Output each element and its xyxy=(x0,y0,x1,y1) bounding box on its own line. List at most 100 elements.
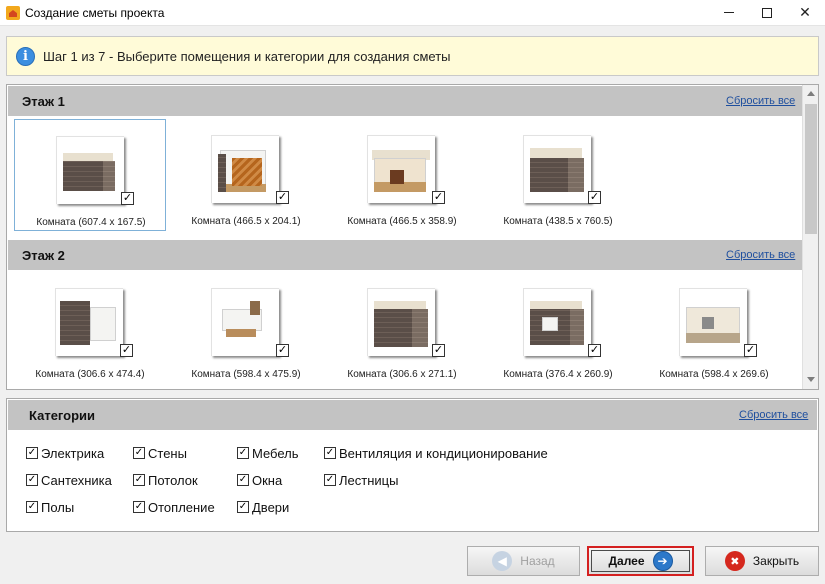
room-checkbox[interactable]: ✓ xyxy=(120,344,133,357)
room-checkbox[interactable]: ✓ xyxy=(588,191,601,204)
checkbox[interactable]: ✓ xyxy=(26,474,38,486)
category-stairs[interactable]: ✓ Лестницы xyxy=(324,472,398,488)
next-button[interactable]: Далее ➔ xyxy=(587,546,694,576)
floor-header-2: Этаж 2 Сбросить все xyxy=(8,240,802,270)
checkbox[interactable]: ✓ xyxy=(133,447,145,459)
room-caption: Комната (306.6 x 474.4) xyxy=(35,369,145,380)
room-caption: Комната (438.5 x 760.5) xyxy=(503,216,613,227)
room-tile[interactable]: ✓ Комната (466.5 x 204.1) xyxy=(170,119,322,231)
close-button[interactable]: ✖ Закрыть xyxy=(705,546,819,576)
room-checkbox[interactable]: ✓ xyxy=(276,191,289,204)
maximize-icon xyxy=(762,7,772,18)
close-window-button[interactable]: ✕ xyxy=(788,0,822,25)
room-tile[interactable]: ✓ Комната (598.4 x 475.9) xyxy=(170,272,322,384)
room-tile[interactable]: ✓ Комната (607.4 x 167.5) xyxy=(14,119,166,231)
floor-1-rooms: ✓ Комната (607.4 x 167.5) ✓ Комната (466… xyxy=(7,117,802,235)
checkbox[interactable]: ✓ xyxy=(237,474,249,486)
step-info-text: Шаг 1 из 7 - Выберите помещения и катего… xyxy=(43,49,451,64)
category-label: Двери xyxy=(252,499,290,515)
category-label: Стены xyxy=(148,445,187,461)
back-button[interactable]: ◀ Назад xyxy=(467,546,580,576)
room-caption: Комната (466.5 x 204.1) xyxy=(191,216,301,227)
checkbox[interactable]: ✓ xyxy=(237,447,249,459)
category-ventilation[interactable]: ✓ Вентиляция и кондиционирование xyxy=(324,445,548,461)
categories-header: Категории Сбросить все xyxy=(8,400,817,430)
room-thumbnail xyxy=(211,135,279,203)
scroll-down-icon[interactable] xyxy=(807,377,815,382)
next-button-focus-frame: Далее ➔ xyxy=(591,550,690,572)
category-label: Мебель xyxy=(252,445,299,461)
category-label: Лестницы xyxy=(339,472,399,488)
room-caption: Комната (598.4 x 475.9) xyxy=(191,369,301,380)
checkbox[interactable]: ✓ xyxy=(26,447,38,459)
room-tile[interactable]: ✓ Комната (376.4 x 260.9) xyxy=(482,272,634,384)
room-caption: Комната (598.4 x 269.6) xyxy=(659,369,769,380)
estimate-dialog: Создание сметы проекта ✕ i Шаг 1 из 7 - … xyxy=(0,0,825,584)
floor-2-rooms: ✓ Комната (306.6 x 474.4) ✓ Комната (598… xyxy=(7,272,802,389)
room-thumbnail xyxy=(56,136,124,204)
room-tile[interactable]: ✓ Комната (306.6 x 474.4) xyxy=(14,272,166,384)
room-tile[interactable]: ✓ Комната (598.4 x 269.6) xyxy=(638,272,790,384)
floor-header-1: Этаж 1 Сбросить все xyxy=(8,86,802,116)
step-info-bar: i Шаг 1 из 7 - Выберите помещения и кате… xyxy=(6,36,819,76)
category-electrical[interactable]: ✓ Электрика xyxy=(26,445,104,461)
room-tile[interactable]: ✓ Комната (466.5 x 358.9) xyxy=(326,119,478,231)
rooms-scrollbar[interactable] xyxy=(802,85,818,389)
scrollbar-thumb[interactable] xyxy=(805,104,817,234)
room-thumbnail xyxy=(55,288,123,356)
category-label: Полы xyxy=(41,499,75,515)
category-windows[interactable]: ✓ Окна xyxy=(237,472,282,488)
room-checkbox[interactable]: ✓ xyxy=(588,344,601,357)
room-thumbnail xyxy=(367,135,435,203)
room-checkbox[interactable]: ✓ xyxy=(276,344,289,357)
category-label: Потолок xyxy=(148,472,198,488)
app-icon xyxy=(6,6,20,20)
reset-floor-2-link[interactable]: Сбросить все xyxy=(726,249,795,261)
categories-panel: Категории Сбросить все ✓ Электрика ✓ Стены… xyxy=(6,398,819,532)
room-thumbnail xyxy=(523,288,591,356)
room-thumbnail xyxy=(367,288,435,356)
checkbox[interactable]: ✓ xyxy=(324,447,336,459)
floor-title: Этаж 2 xyxy=(22,248,65,263)
category-label: Отопление xyxy=(148,499,215,515)
arrow-left-icon: ◀ xyxy=(492,551,513,571)
scroll-up-icon[interactable] xyxy=(807,91,815,96)
category-walls[interactable]: ✓ Стены xyxy=(133,445,187,461)
checkbox[interactable]: ✓ xyxy=(237,501,249,513)
room-checkbox[interactable]: ✓ xyxy=(432,344,445,357)
maximize-button[interactable] xyxy=(750,0,784,25)
room-checkbox[interactable]: ✓ xyxy=(432,191,445,204)
category-label: Электрика xyxy=(41,445,105,461)
category-ceiling[interactable]: ✓ Потолок xyxy=(133,472,198,488)
room-checkbox[interactable]: ✓ xyxy=(744,344,757,357)
categories-title: Категории xyxy=(29,408,96,423)
category-floors[interactable]: ✓ Полы xyxy=(26,499,74,515)
room-caption: Комната (466.5 x 358.9) xyxy=(347,216,457,227)
room-checkbox[interactable]: ✓ xyxy=(121,192,134,205)
checkbox[interactable]: ✓ xyxy=(324,474,336,486)
room-thumbnail xyxy=(523,135,591,203)
category-label: Сантехника xyxy=(41,472,112,488)
room-thumbnail xyxy=(211,288,279,356)
reset-floor-1-link[interactable]: Сбросить все xyxy=(726,95,795,107)
category-doors[interactable]: ✓ Двери xyxy=(237,499,289,515)
close-button-label: Закрыть xyxy=(752,554,800,568)
room-caption: Комната (376.4 x 260.9) xyxy=(503,369,613,380)
arrow-right-icon: ➔ xyxy=(652,551,673,571)
room-tile[interactable]: ✓ Комната (306.6 x 271.1) xyxy=(326,272,478,384)
room-caption: Комната (306.6 x 271.1) xyxy=(347,369,457,380)
category-furniture[interactable]: ✓ Мебель xyxy=(237,445,299,461)
category-heating[interactable]: ✓ Отопление xyxy=(133,499,215,515)
back-button-label: Назад xyxy=(520,554,555,568)
room-tile[interactable]: ✓ Комната (438.5 x 760.5) xyxy=(482,119,634,231)
next-button-label: Далее xyxy=(608,554,645,568)
checkbox[interactable]: ✓ xyxy=(133,501,145,513)
checkbox[interactable]: ✓ xyxy=(26,501,38,513)
checkbox[interactable]: ✓ xyxy=(133,474,145,486)
window-title: Создание сметы проекта xyxy=(25,6,165,20)
category-plumbing[interactable]: ✓ Сантехника xyxy=(26,472,112,488)
category-label: Вентиляция и кондиционирование xyxy=(339,445,548,461)
minimize-button[interactable] xyxy=(712,0,746,25)
reset-categories-link[interactable]: Сбросить все xyxy=(739,409,808,421)
info-icon: i xyxy=(16,47,35,66)
